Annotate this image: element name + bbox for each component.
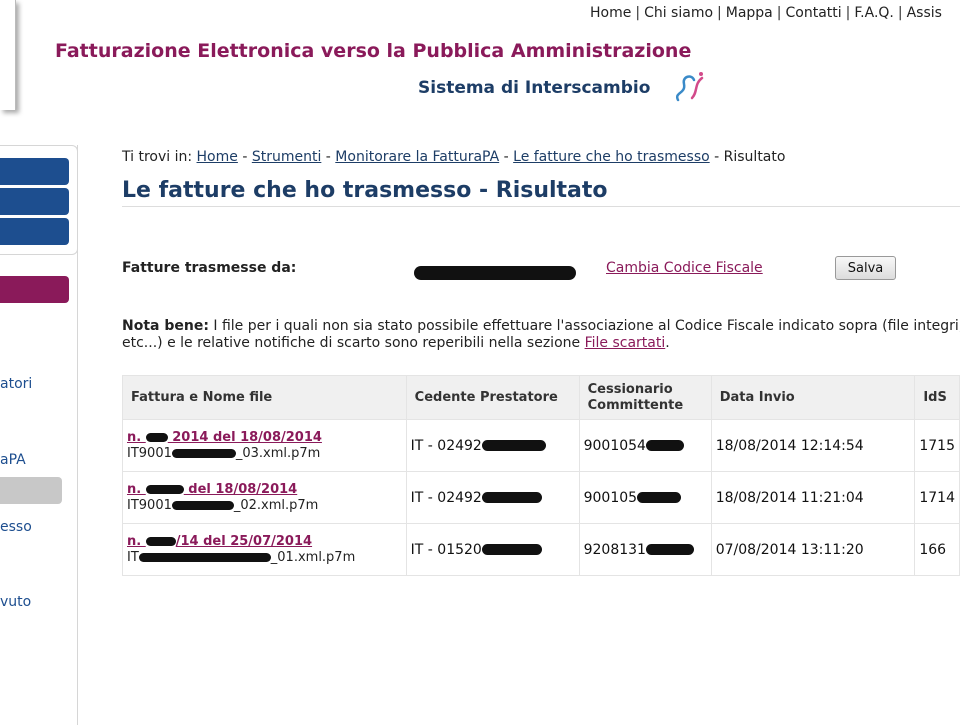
invoice-number-suffix: /14 del 25/07/2014 xyxy=(175,533,313,549)
invoice-number-suffix: 2014 del 18/08/2014 xyxy=(167,429,322,445)
cessionario-value: 900105 xyxy=(583,489,638,506)
note-label: Nota bene: xyxy=(122,318,209,334)
cedente-cell: IT - 02492 xyxy=(405,419,580,472)
data-invio-cell: 07/08/2014 13:11:20 xyxy=(710,523,916,576)
invoice-number-prefix: n. xyxy=(127,481,146,497)
filename-suffix: _02.xml.p7m xyxy=(233,497,319,513)
breadcrumb-home-link[interactable]: Home xyxy=(197,149,238,165)
top-navigation: Home | Chi siamo | Mappa | Contatti | F.A.Q. | Ass… xyxy=(590,5,942,21)
sidebar-menu-box xyxy=(0,145,78,255)
nav-home-link[interactable]: Home xyxy=(590,5,631,21)
ids-cell: 1715 xyxy=(914,419,960,472)
sidebar-item-ricevuto[interactable]: vuto xyxy=(0,594,31,610)
column-header-ids: IdS xyxy=(914,375,960,420)
site-title: Fatturazione Elettronica verso la Pubbli… xyxy=(55,40,692,62)
sender-label: Fatture trasmesse da: xyxy=(122,260,297,276)
invoice-number-prefix: n. xyxy=(127,429,146,445)
sidebar-item-trasmesso[interactable]: esso xyxy=(0,519,32,535)
sidebar-section-header[interactable] xyxy=(0,276,69,303)
sidebar-item-operatori[interactable]: atori xyxy=(0,376,32,392)
column-header-cedente: Cedente Prestatore xyxy=(405,375,580,420)
cedente-cell: IT - 01520 xyxy=(405,523,580,576)
nav-separator: | xyxy=(897,5,903,21)
cedente-cell: IT - 02492 xyxy=(405,471,580,524)
invoices-table: Fattura e Nome file Cedente Prestatore C… xyxy=(122,375,960,576)
invoice-number-suffix: del 18/08/2014 xyxy=(183,481,298,497)
column-header-fattura: Fattura e Nome file xyxy=(122,375,407,420)
invoice-link[interactable]: n. /14 del 25/07/2014 xyxy=(127,534,402,550)
table-row: n. 2014 del 18/08/2014 IT9001 _03.xml.p7m… xyxy=(122,419,960,472)
title-divider xyxy=(122,206,960,207)
nav-separator: | xyxy=(845,5,851,21)
sidebar-nav-button[interactable] xyxy=(0,188,69,215)
sidebar-item-active[interactable] xyxy=(0,477,62,504)
column-header-cessionario: Cessionario Committente xyxy=(578,375,712,420)
save-button[interactable]: Salva xyxy=(835,256,896,280)
invoice-filename: IT _01.xml.p7m xyxy=(127,550,402,566)
logo-panel xyxy=(0,0,16,110)
invoice-number-prefix: n. xyxy=(127,533,146,549)
change-fiscal-code-link[interactable]: Cambia Codice Fiscale xyxy=(606,260,763,276)
data-invio-cell: 18/08/2014 11:21:04 xyxy=(710,471,916,524)
sdi-logo-icon xyxy=(675,72,704,102)
invoice-link[interactable]: n. 2014 del 18/08/2014 xyxy=(127,430,402,446)
ids-cell: 166 xyxy=(914,523,960,576)
filename-prefix: IT xyxy=(127,549,139,565)
invoice-filename: IT9001 _02.xml.p7m xyxy=(127,498,402,514)
breadcrumb-monitorare-link[interactable]: Monitorare la FatturaPA xyxy=(335,149,499,165)
cedente-value: IT - 02492 xyxy=(410,489,482,506)
note-text: I file per i quali non sia stato possibi… xyxy=(122,318,960,351)
nav-faq-link[interactable]: F.A.Q. xyxy=(854,5,894,21)
nav-assistenza-link[interactable]: Assis xyxy=(907,5,942,21)
system-title: Sistema di Interscambio xyxy=(418,78,651,98)
table-row: n. del 18/08/2014 IT9001 _02.xml.p7m IT -… xyxy=(122,471,960,524)
cessionario-cell: 9208131 xyxy=(578,523,712,576)
note-end: . xyxy=(665,335,670,351)
nav-contatti-link[interactable]: Contatti xyxy=(785,5,841,21)
invoice-filename: IT9001 _03.xml.p7m xyxy=(127,446,402,462)
cessionario-value: 9208131 xyxy=(583,541,646,558)
cedente-value: IT - 01520 xyxy=(410,541,482,558)
file-scartati-link[interactable]: File scartati xyxy=(585,335,666,351)
breadcrumb-strumenti-link[interactable]: Strumenti xyxy=(252,149,322,165)
sidebar-item-fatturapa[interactable]: aPA xyxy=(0,452,26,468)
filename-suffix: _01.xml.p7m xyxy=(270,549,356,565)
invoice-cell: n. 2014 del 18/08/2014 IT9001 _03.xml.p7m xyxy=(122,419,407,472)
nav-separator: | xyxy=(717,5,722,21)
left-sidebar: atori aPA esso vuto xyxy=(0,145,78,725)
sidebar-nav-button[interactable] xyxy=(0,158,69,185)
breadcrumb-prefix: Ti trovi in: xyxy=(122,149,193,165)
filename-suffix: _03.xml.p7m xyxy=(235,445,321,461)
sender-fiscal-code-redacted xyxy=(414,262,576,281)
filename-prefix: IT9001 xyxy=(127,497,172,513)
nav-mappa-link[interactable]: Mappa xyxy=(726,5,773,21)
nav-separator: | xyxy=(776,5,782,21)
cessionario-cell: 900105 xyxy=(578,471,712,524)
cessionario-value: 9001054 xyxy=(583,437,646,454)
nav-chi-siamo-link[interactable]: Chi siamo xyxy=(644,5,713,21)
ids-cell: 1714 xyxy=(914,471,960,524)
table-header-row: Fattura e Nome file Cedente Prestatore C… xyxy=(122,375,960,420)
invoice-cell: n. del 18/08/2014 IT9001 _02.xml.p7m xyxy=(122,471,407,524)
nav-separator: | xyxy=(635,5,641,21)
breadcrumb-fatture-link[interactable]: Le fatture che ho trasmesso xyxy=(513,149,710,165)
column-header-data-invio: Data Invio xyxy=(710,375,916,420)
cedente-value: IT - 02492 xyxy=(410,437,482,454)
page-title: Le fatture che ho trasmesso - Risultato xyxy=(122,178,608,203)
filename-prefix: IT9001 xyxy=(127,445,172,461)
table-row: n. /14 del 25/07/2014 IT _01.xml.p7m IT -… xyxy=(122,523,960,576)
note-box: Nota bene: I file per i quali non sia st… xyxy=(122,318,960,352)
sidebar-nav-button[interactable] xyxy=(0,218,69,245)
cessionario-cell: 9001054 xyxy=(578,419,712,472)
data-invio-cell: 18/08/2014 12:14:54 xyxy=(710,419,916,472)
breadcrumb: Ti trovi in: Home - Strumenti - Monitora… xyxy=(122,149,786,165)
breadcrumb-current: Risultato xyxy=(723,149,786,165)
invoice-cell: n. /14 del 25/07/2014 IT _01.xml.p7m xyxy=(122,523,407,576)
invoice-link[interactable]: n. del 18/08/2014 xyxy=(127,482,402,498)
